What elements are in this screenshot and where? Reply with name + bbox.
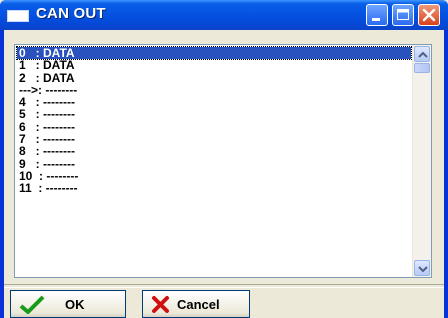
- dialog-body: 0 : DATA 1 : DATA 2 : DATA --->: -------…: [4, 30, 444, 318]
- minimize-button[interactable]: [366, 4, 388, 26]
- cancel-button[interactable]: Cancel: [142, 290, 250, 318]
- list-item[interactable]: 8 : --------: [17, 145, 411, 157]
- button-divider: [4, 284, 444, 288]
- can-out-dialog: CAN OUT 0 : DATA 1 : DATA 2 : DATA --->:…: [0, 0, 448, 318]
- list-item[interactable]: 11 : --------: [17, 182, 411, 194]
- list-item[interactable]: 5 : --------: [17, 108, 411, 120]
- ok-button-label: OK: [65, 297, 85, 312]
- scroll-up-button[interactable]: [414, 46, 430, 62]
- window-title: CAN OUT: [36, 5, 106, 22]
- scroll-down-button[interactable]: [414, 260, 430, 276]
- minimize-icon: [372, 18, 380, 21]
- close-icon: [422, 8, 436, 22]
- list-item[interactable]: 1 : DATA: [17, 59, 411, 71]
- scrollbar-thumb[interactable]: [414, 63, 430, 73]
- window-app-icon: [7, 10, 29, 22]
- list-item[interactable]: 7 : --------: [17, 133, 411, 145]
- ok-button[interactable]: OK: [10, 290, 126, 318]
- list-item[interactable]: 0 : DATA: [16, 45, 412, 61]
- checkmark-icon: [19, 295, 45, 314]
- can-data-listbox[interactable]: 0 : DATA 1 : DATA 2 : DATA --->: -------…: [14, 44, 432, 278]
- list-item[interactable]: 6 : --------: [17, 121, 411, 133]
- chevron-down-icon: [418, 266, 428, 273]
- chevron-up-icon: [418, 51, 428, 58]
- title-bar[interactable]: CAN OUT: [0, 0, 448, 30]
- maximize-button[interactable]: [392, 4, 414, 26]
- list-item[interactable]: 4 : --------: [17, 96, 411, 108]
- cancel-button-label: Cancel: [177, 297, 220, 312]
- close-button[interactable]: [418, 4, 440, 26]
- list-rows: 0 : DATA 1 : DATA 2 : DATA --->: -------…: [16, 45, 412, 195]
- vertical-scrollbar[interactable]: [412, 45, 431, 277]
- red-x-icon: [152, 296, 169, 313]
- maximize-icon: [397, 9, 409, 20]
- list-item[interactable]: --->: --------: [17, 84, 411, 96]
